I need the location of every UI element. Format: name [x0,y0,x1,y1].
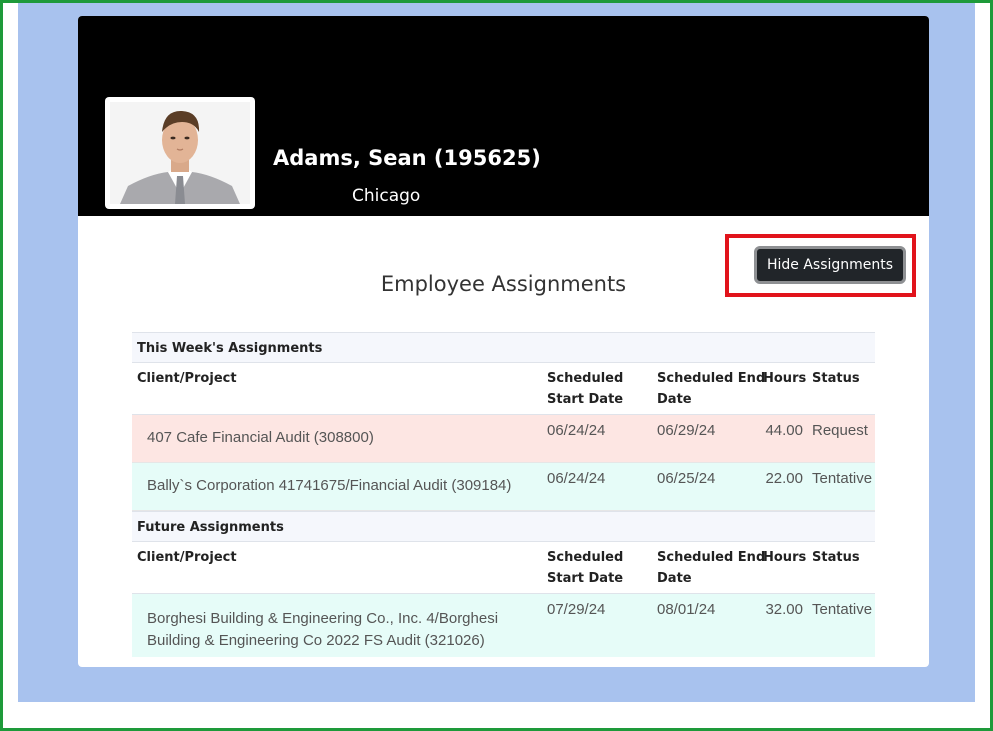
cell-client: Borghesi Building & Engineering Co., Inc… [147,608,498,652]
employee-photo-frame [105,97,255,209]
assignments-table: This Week's Assignments Client/Project S… [132,332,875,657]
col-start-line2: Start Date [547,571,624,586]
col-scheduled-start: Scheduled Start Date [547,547,623,589]
cell-client-line1: Borghesi Building & Engineering Co., Inc… [147,610,499,627]
employee-card: Adams, Sean (195625) Chicago Hide Assign… [78,16,929,667]
cell-hours: 32.00 [765,601,803,618]
col-end-line2: Date [657,571,692,586]
col-scheduled-end: Scheduled End Date [657,547,765,589]
table-row[interactable]: Borghesi Building & Engineering Co., Inc… [132,594,875,657]
cell-start: 07/29/24 [547,601,606,618]
cell-status: Tentative [812,470,873,487]
cell-start: 06/24/24 [547,470,606,487]
col-status: Status [812,371,860,386]
col-client-project: Client/Project [137,550,237,565]
card-header: Adams, Sean (195625) Chicago [78,16,929,216]
section-title: Employee Assignments [380,272,627,296]
column-headers: Client/Project Scheduled Start Date Sched… [132,542,875,594]
employee-name: Adams, Sean (195625) [273,146,541,170]
cell-client: 407 Cafe Financial Audit (308800) [147,429,374,446]
col-end-line1: Scheduled End [657,371,766,386]
cell-hours: 44.00 [765,422,803,439]
col-end-line2: Date [657,392,692,407]
col-status: Status [812,550,860,565]
cell-status: Tentative [812,601,873,618]
employee-photo [110,102,250,204]
column-headers: Client/Project Scheduled Start Date Sched… [132,363,875,415]
group-header-future: Future Assignments [132,511,875,542]
employee-location: Chicago [352,186,421,206]
cell-client-line2: Building & Engineering Co 2022 FS Audit … [147,632,485,649]
col-end-line1: Scheduled End [657,550,766,565]
cell-start: 06/24/24 [547,422,606,439]
cell-hours: 22.00 [765,470,803,487]
col-scheduled-end: Scheduled End Date [657,368,765,410]
cell-end: 08/01/24 [657,601,716,618]
table-row[interactable]: 407 Cafe Financial Audit (308800) 06/24/… [132,415,875,463]
col-start-line2: Start Date [547,392,624,407]
col-client-project: Client/Project [137,371,237,386]
col-scheduled-start: Scheduled Start Date [547,368,623,410]
group-header-this-week: This Week's Assignments [132,332,875,363]
cell-status: Request [812,422,868,439]
cell-end: 06/25/24 [657,470,716,487]
col-start-line1: Scheduled [547,371,624,386]
col-start-line1: Scheduled [547,550,624,565]
cell-client: Bally`s Corporation 41741675/Financial A… [147,477,512,494]
cell-end: 06/29/24 [657,422,716,439]
col-hours: Hours [763,550,807,565]
table-row[interactable]: Bally`s Corporation 41741675/Financial A… [132,463,875,511]
col-hours: Hours [763,371,807,386]
